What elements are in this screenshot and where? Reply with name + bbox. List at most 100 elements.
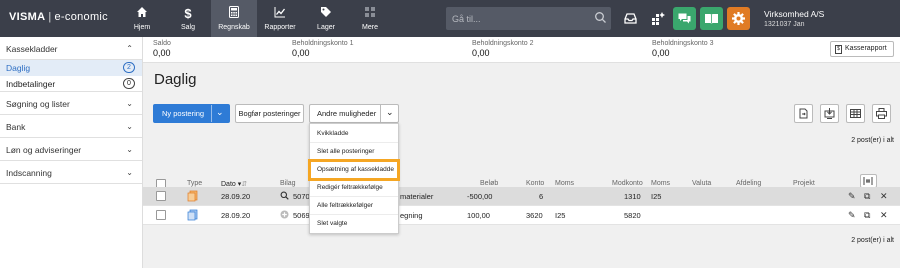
chevron-down-icon: ⌄ — [126, 99, 133, 108]
menu-item-slet-alle-posteringer[interactable]: Slet alle posteringer — [310, 143, 398, 161]
calculator-icon — [211, 5, 257, 23]
visma-logo[interactable]: VISMA | e-conomic — [9, 11, 108, 23]
menu-item-kvikkladde[interactable]: Kvikkladde — [310, 125, 398, 143]
product-name: e-conomic — [54, 11, 108, 23]
nav-label: Mere — [362, 24, 378, 31]
column-header-afdeling[interactable]: Afdeling — [736, 180, 761, 187]
nav-hjem[interactable]: Hjem — [119, 0, 165, 37]
bogfor-label: Bogfør posteringer — [238, 109, 301, 118]
chat-button[interactable] — [673, 7, 696, 30]
balance-konto-3: Beholdningskonto 3 0,00 — [652, 40, 714, 58]
sidebar-section-bank[interactable]: Bank ⌄ — [0, 115, 142, 138]
column-header-konto[interactable]: Konto — [526, 180, 544, 187]
sidebar-section-lon[interactable]: Løn og adviseringer ⌄ — [0, 138, 142, 161]
sidebar-item-daglig[interactable]: Daglig 2 — [0, 60, 142, 76]
bogfor-posteringer-button[interactable]: Bogfør posteringer — [235, 104, 304, 123]
chevron-down-icon[interactable]: ⌄ — [216, 104, 224, 121]
company-switcher[interactable]: Virksomhed A/S 1321037 Jan — [764, 9, 824, 28]
menu-item-slet-valgte[interactable]: Slet valgte — [310, 215, 398, 233]
table-row[interactable]: 28.09.20 5070 materialer -500,00 6 1310 … — [143, 187, 900, 206]
column-header-type[interactable]: Type — [187, 180, 202, 187]
cell-dato: 28.09.20 — [221, 211, 251, 220]
andre-muligheder-button[interactable]: Andre muligheder — [317, 105, 376, 122]
count-badge: 0 — [123, 78, 135, 89]
balance-label: Saldo — [153, 40, 171, 47]
ny-postering-split-button: Ny postering ⌄ — [153, 104, 230, 123]
chat-icon — [678, 13, 691, 24]
search-input[interactable] — [446, 7, 591, 30]
nav-salg[interactable]: $ Salg — [165, 0, 211, 37]
grid-icon — [347, 5, 393, 23]
kasserapport-button[interactable]: $ Kasserapport — [830, 41, 894, 57]
search-icon[interactable] — [280, 191, 289, 200]
menu-item-rediger-feltraekkefolge[interactable]: Redigér feltrækkefølge — [310, 179, 398, 197]
divider — [211, 105, 212, 122]
balance-value: 0,00 — [472, 48, 490, 58]
balance-label: Beholdningskonto 2 — [472, 40, 534, 47]
logo-text: VISMA — [9, 11, 46, 23]
nav-label: Regnskab — [218, 24, 250, 31]
balance-value: 0,00 — [652, 48, 670, 58]
andre-muligheder-menu: Kvikkladde Slet alle posteringer Opsætni… — [308, 123, 400, 234]
row-checkbox[interactable] — [156, 210, 166, 220]
column-header-bilag[interactable]: Bilag — [280, 180, 296, 187]
balance-bar: Saldo 0,00 Beholdningskonto 1 0,00 Behol… — [143, 37, 900, 63]
section-label: Indscanning — [6, 168, 52, 178]
company-name: Virksomhed A/S — [764, 9, 825, 19]
table-icon — [850, 109, 861, 118]
section-label: Søgning og lister — [6, 99, 70, 109]
cell-konto: 3620 — [526, 211, 543, 220]
column-header-moms-2[interactable]: Moms — [651, 180, 670, 187]
column-header-projekt[interactable]: Projekt — [793, 180, 815, 187]
row-checkbox[interactable] — [156, 191, 166, 201]
nav-rapporter[interactable]: Rapporter — [257, 0, 303, 37]
cell-belob: -500,00 — [467, 192, 493, 201]
menu-item-alle-feltraekkefolger[interactable]: Alle feltrækkefølger — [310, 197, 398, 215]
post-count: 2 post(er) i alt — [851, 137, 894, 144]
apps-button[interactable] — [646, 7, 669, 30]
search-icon[interactable] — [594, 11, 607, 24]
column-header-moms[interactable]: Moms — [555, 180, 574, 187]
column-header-modkonto[interactable]: Modkonto — [612, 180, 643, 187]
nav-mere[interactable]: Mere — [347, 0, 393, 37]
close-icon[interactable]: ✕ — [880, 210, 888, 221]
nav-lager[interactable]: Lager — [303, 0, 349, 37]
table-view-button[interactable] — [846, 104, 865, 123]
sidebar-section-kassekladder[interactable]: Kassekladder ⌃ — [0, 37, 142, 60]
copy-icon[interactable]: ⧉ — [864, 191, 870, 202]
nav-label: Salg — [180, 24, 195, 31]
ny-postering-button[interactable]: Ny postering — [162, 105, 204, 122]
menu-item-opsaetning-af-kassekladde[interactable]: Opsætning af kassekladde — [308, 159, 400, 181]
edit-icon[interactable]: ✎ — [848, 191, 856, 202]
inbox-button[interactable] — [619, 7, 642, 30]
gear-icon — [732, 12, 745, 25]
print-button[interactable] — [872, 104, 891, 123]
help-book-button[interactable] — [700, 7, 723, 30]
monitor-download-icon — [824, 108, 835, 119]
settings-button[interactable] — [727, 7, 750, 30]
apps-icon — [652, 12, 665, 25]
sidebar-section-indscanning[interactable]: Indscanning ⌄ — [0, 161, 142, 184]
main-content: Saldo 0,00 Beholdningskonto 1 0,00 Behol… — [143, 37, 900, 268]
sidebar-section-sogning[interactable]: Søgning og lister ⌄ — [0, 92, 142, 115]
export-document-button[interactable] — [794, 104, 813, 123]
sidebar-item-indbetalinger[interactable]: Indbetalinger 0 — [0, 76, 142, 92]
add-circle-icon[interactable] — [280, 210, 289, 219]
copy-icon[interactable]: ⧉ — [864, 210, 870, 221]
nav-regnskab[interactable]: Regnskab — [211, 0, 257, 37]
balance-value: 0,00 — [153, 48, 171, 58]
column-header-belob[interactable]: Beløb — [480, 180, 498, 187]
column-header-valuta[interactable]: Valuta — [692, 180, 711, 187]
balance-konto-2: Beholdningskonto 2 0,00 — [472, 40, 534, 58]
chevron-down-icon[interactable]: ⌄ — [386, 104, 394, 121]
cell-bilag: 5069 — [293, 211, 310, 220]
table-row[interactable]: 28.09.20 5069 egning 100,00 3620 I25 582… — [143, 206, 900, 225]
inbox-icon — [624, 13, 637, 24]
edit-icon[interactable]: ✎ — [848, 210, 856, 221]
cell-moms: I25 — [555, 211, 566, 220]
close-icon[interactable]: ✕ — [880, 191, 888, 202]
cell-moms-2: I25 — [651, 192, 662, 201]
import-button[interactable] — [820, 104, 839, 123]
nav-label: Hjem — [133, 24, 151, 31]
cell-modkonto: 5820 — [624, 211, 641, 220]
